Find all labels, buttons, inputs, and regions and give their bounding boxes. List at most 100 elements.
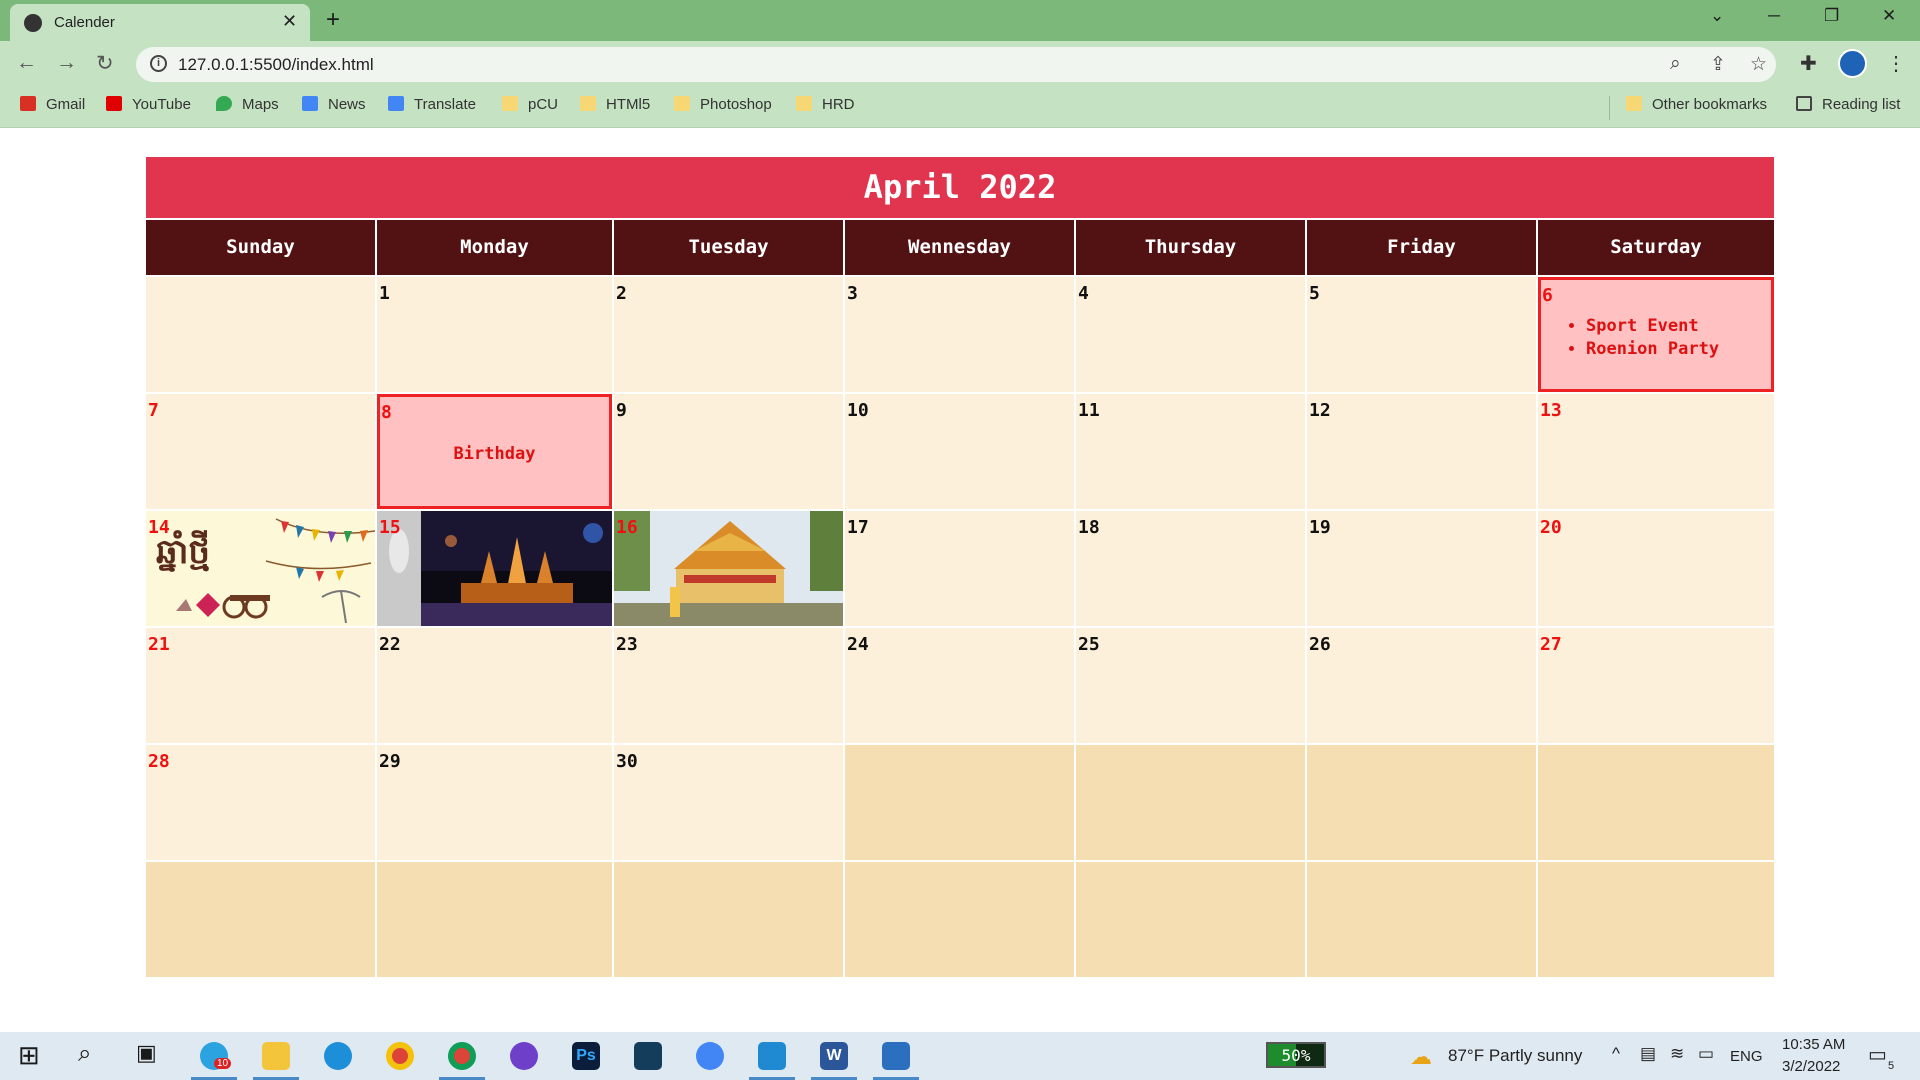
zoom-icon[interactable]: ⌕ bbox=[1670, 53, 1681, 75]
folder-icon bbox=[1626, 96, 1642, 111]
bookmark-star-icon[interactable]: ☆ bbox=[1750, 53, 1767, 76]
search-icon[interactable]: ⌕ bbox=[78, 1040, 106, 1068]
date-number: 28 bbox=[148, 751, 170, 772]
word-icon[interactable]: W bbox=[820, 1042, 848, 1070]
calendar-grid: Sunday Monday Tuesday Wennesday Thursday… bbox=[146, 220, 1774, 977]
vscode-icon[interactable] bbox=[758, 1042, 786, 1070]
new-tab-button[interactable]: + bbox=[326, 6, 340, 34]
bookmark-maps[interactable]: Maps bbox=[216, 96, 279, 120]
forward-icon[interactable]: → bbox=[56, 51, 77, 75]
battery-percent: 50% bbox=[1281, 1046, 1311, 1065]
calendar-cell: 18 bbox=[1076, 511, 1305, 626]
share-icon[interactable]: ⇪ bbox=[1710, 53, 1726, 76]
minimize-icon[interactable]: ─ bbox=[1768, 6, 1780, 26]
maps-icon bbox=[216, 96, 232, 111]
bookmark-folder-pcu[interactable]: pCU bbox=[502, 96, 558, 120]
calendar-cell: 21 bbox=[146, 628, 375, 743]
bookmark-news[interactable]: News bbox=[302, 96, 366, 120]
chrome-profile-icon[interactable] bbox=[448, 1042, 476, 1070]
edge-icon[interactable] bbox=[324, 1042, 352, 1070]
calendar-cell-blank bbox=[845, 745, 1074, 860]
close-tab-icon[interactable]: ✕ bbox=[282, 11, 297, 32]
day-header-thursday: Thursday bbox=[1076, 220, 1305, 275]
calendar-cell: 20 bbox=[1538, 511, 1774, 626]
bookmark-folder-html5[interactable]: HTMl5 bbox=[580, 96, 650, 120]
translate-icon bbox=[388, 96, 404, 111]
date-number: 9 bbox=[616, 400, 627, 421]
calendar-cell-image: 15 bbox=[377, 511, 612, 626]
browser-tab-strip: Calender ✕ + ⌄ ─ ❐ ✕ bbox=[0, 0, 1920, 41]
reading-list[interactable]: Reading list bbox=[1796, 96, 1900, 120]
battery-widget[interactable]: 50% bbox=[1266, 1042, 1326, 1068]
task-view-icon[interactable]: ▣ bbox=[136, 1040, 164, 1068]
bookmark-gmail[interactable]: Gmail bbox=[20, 96, 85, 120]
photoshop-icon[interactable]: Ps bbox=[572, 1042, 600, 1070]
close-window-icon[interactable]: ✕ bbox=[1882, 6, 1896, 26]
battery-icon[interactable]: ▭ bbox=[1698, 1044, 1714, 1064]
language-indicator[interactable]: ENG bbox=[1730, 1048, 1763, 1065]
calendar-cell: 22 bbox=[377, 628, 612, 743]
calendar-cell: 30 bbox=[614, 745, 843, 860]
notifications-icon[interactable]: ▭ bbox=[1868, 1042, 1887, 1067]
calendar-cell: 1 bbox=[377, 277, 612, 392]
date-number: 15 bbox=[379, 517, 401, 538]
calendar: April 2022 Sunday Monday Tuesday Wennesd… bbox=[146, 157, 1774, 977]
weather-text[interactable]: 87°F Partly sunny bbox=[1448, 1046, 1582, 1066]
khmer-new-year-illustration: ឆ្នាំថ្មី bbox=[146, 511, 375, 626]
browser-tab[interactable]: Calender ✕ bbox=[10, 4, 310, 41]
github-desktop-icon[interactable] bbox=[510, 1042, 538, 1070]
day-header-tuesday: Tuesday bbox=[614, 220, 843, 275]
folder-icon bbox=[502, 96, 518, 111]
site-info-icon[interactable]: i bbox=[150, 55, 167, 72]
calendar-cell: 3 bbox=[845, 277, 1074, 392]
clock-time[interactable]: 10:35 AM bbox=[1782, 1036, 1845, 1053]
restore-icon[interactable]: ❐ bbox=[1824, 6, 1839, 26]
clock-date[interactable]: 3/2/2022 bbox=[1782, 1058, 1840, 1075]
profile-avatar[interactable] bbox=[1838, 49, 1867, 78]
address-bar[interactable]: i 127.0.0.1:5500/index.html ⌕ ⇪ ☆ bbox=[136, 47, 1776, 82]
menu-icon[interactable]: ⋮ bbox=[1886, 51, 1906, 76]
day-header-friday: Friday bbox=[1307, 220, 1536, 275]
back-icon[interactable]: ← bbox=[16, 51, 37, 75]
gmail-icon bbox=[20, 96, 36, 111]
date-number: 10 bbox=[847, 400, 869, 421]
calendar-cell-event: 6 Sport Event Roenion Party bbox=[1538, 277, 1774, 392]
tab-search-icon[interactable]: ⌄ bbox=[1710, 6, 1724, 26]
chevron-up-icon[interactable]: ^ bbox=[1612, 1044, 1620, 1064]
calendar-cell: 29 bbox=[377, 745, 612, 860]
chrome-icon[interactable] bbox=[386, 1042, 414, 1070]
network-device-icon[interactable]: ▤ bbox=[1640, 1044, 1656, 1064]
windows-start-icon[interactable]: ⊞ bbox=[18, 1040, 46, 1070]
extensions-icon[interactable]: ✚ bbox=[1800, 51, 1817, 76]
date-number: 26 bbox=[1309, 634, 1331, 655]
bookmark-youtube[interactable]: YouTube bbox=[106, 96, 191, 120]
date-number: 16 bbox=[616, 517, 638, 538]
wifi-icon[interactable]: ≋ bbox=[1670, 1044, 1684, 1064]
reload-icon[interactable]: ↻ bbox=[96, 51, 114, 76]
reading-list-icon bbox=[1796, 96, 1812, 111]
calendar-cell-blank bbox=[377, 862, 612, 977]
date-number: 27 bbox=[1540, 634, 1562, 655]
bookmark-folder-photoshop[interactable]: Photoshop bbox=[674, 96, 772, 120]
taskbar: ⊞ ⌕ ▣ 10 Ps W 50% ☁ 87°F Partly sunny ^ … bbox=[0, 1032, 1920, 1080]
pagoda-photo bbox=[614, 511, 843, 626]
date-number: 19 bbox=[1309, 517, 1331, 538]
date-number: 4 bbox=[1078, 283, 1089, 304]
chrome-canary-icon[interactable] bbox=[696, 1042, 724, 1070]
bookmark-folder-hrd[interactable]: HRD bbox=[796, 96, 855, 120]
day-header-wednesday: Wennesday bbox=[845, 220, 1074, 275]
kleopatra-icon[interactable] bbox=[634, 1042, 662, 1070]
file-explorer-icon[interactable] bbox=[262, 1042, 290, 1070]
date-number: 21 bbox=[148, 634, 170, 655]
calendar-cell-blank bbox=[1307, 862, 1536, 977]
photos-icon[interactable] bbox=[882, 1042, 910, 1070]
event-item: Roenion Party bbox=[1586, 339, 1719, 359]
calendar-cell-blank bbox=[146, 862, 375, 977]
weather-icon[interactable]: ☁ bbox=[1410, 1044, 1432, 1070]
url-text[interactable]: 127.0.0.1:5500/index.html bbox=[178, 55, 374, 75]
other-bookmarks[interactable]: Other bookmarks bbox=[1626, 96, 1767, 120]
calendar-title: April 2022 bbox=[146, 157, 1774, 218]
date-number: 18 bbox=[1078, 517, 1100, 538]
calendar-cell: 9 bbox=[614, 394, 843, 509]
bookmark-translate[interactable]: Translate bbox=[388, 96, 476, 120]
